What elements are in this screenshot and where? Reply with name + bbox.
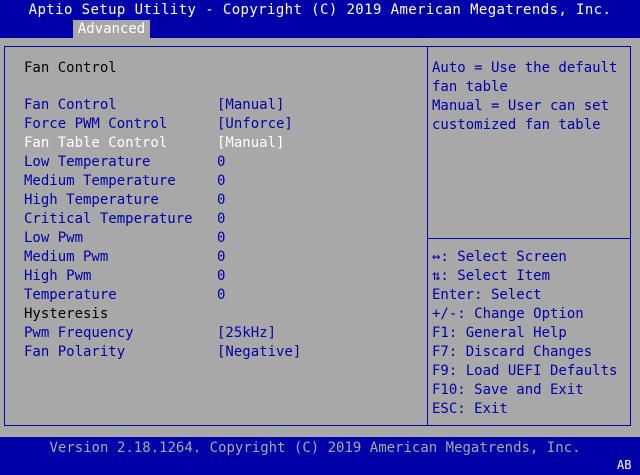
key-enter: Enter: Select: [432, 287, 542, 303]
setting-label: Fan Table Control: [24, 135, 168, 151]
setting-critical-temperature[interactable]: Critical Temperature 0: [24, 211, 424, 230]
setting-medium-temperature[interactable]: Medium Temperature 0: [24, 173, 424, 192]
setting-pwm-frequency[interactable]: Pwm Frequency [25kHz]: [24, 325, 424, 344]
setting-label: Medium Temperature: [24, 173, 176, 189]
key-select-item: ⇅: Select Item: [432, 268, 551, 284]
setting-value[interactable]: 0: [217, 287, 225, 303]
setting-fan-table-control[interactable]: Fan Table Control [Manual]: [24, 135, 424, 154]
setting-value[interactable]: 0: [217, 211, 225, 227]
setting-label: High Pwm: [24, 268, 92, 284]
key-load-defaults: F9: Load UEFI Defaults: [432, 363, 618, 379]
footer-badge: AB: [617, 458, 632, 472]
key-exit: ESC: Exit: [432, 401, 508, 417]
setting-value[interactable]: [Unforce]: [217, 116, 293, 132]
help-panel: Auto = Use the default fan table Manual …: [432, 59, 627, 135]
setting-label: Temperature: [24, 287, 117, 303]
setting-temperature[interactable]: Temperature 0: [24, 287, 424, 306]
help-line: customized fan table: [432, 117, 601, 133]
help-divider: [427, 238, 631, 239]
setting-label: Low Pwm: [24, 230, 84, 246]
setting-value[interactable]: [Manual]: [217, 135, 284, 151]
key-legend: ↔: Select Screen ⇅: Select Item Enter: S…: [432, 249, 617, 420]
setting-high-pwm[interactable]: High Pwm 0: [24, 268, 424, 287]
setting-value[interactable]: [Manual]: [217, 97, 284, 113]
setting-label: Critical Temperature: [24, 211, 193, 227]
help-line: Manual = User can set: [432, 98, 610, 114]
header-title: Aptio Setup Utility - Copyright (C) 2019…: [28, 2, 612, 18]
setting-value[interactable]: 0: [217, 268, 225, 284]
setting-high-temperature[interactable]: High Temperature 0: [24, 192, 424, 211]
setting-label: Low Temperature: [24, 154, 151, 170]
key-general-help: F1: General Help: [432, 325, 567, 341]
setting-label: Fan Polarity: [24, 344, 126, 360]
setting-value[interactable]: 0: [217, 154, 225, 170]
key-discard-changes: F7: Discard Changes: [432, 344, 593, 360]
help-line: fan table: [432, 79, 508, 95]
setting-force-pwm-control[interactable]: Force PWM Control [Unforce]: [24, 116, 424, 135]
setting-label: Medium Pwm: [24, 249, 109, 265]
footer-bar: Version 2.18.1264. Copyright (C) 2019 Am…: [0, 437, 640, 475]
setting-value[interactable]: 0: [217, 173, 225, 189]
setting-fan-control[interactable]: Fan Control [Manual]: [24, 97, 424, 116]
setting-hysteresis: Hysteresis: [24, 306, 424, 325]
panel-divider: [427, 46, 428, 426]
key-select-screen: ↔: Select Screen: [432, 249, 567, 265]
version-text: Version 2.18.1264. Copyright (C) 2019 Am…: [49, 440, 581, 456]
setting-value[interactable]: 0: [217, 192, 225, 208]
section-title: Fan Control: [24, 60, 117, 76]
setting-value[interactable]: 0: [217, 230, 225, 246]
setting-fan-polarity[interactable]: Fan Polarity [Negative]: [24, 344, 424, 363]
setting-low-pwm[interactable]: Low Pwm 0: [24, 230, 424, 249]
setting-value[interactable]: [25kHz]: [217, 325, 276, 341]
setting-label: Hysteresis: [24, 306, 109, 322]
setting-value[interactable]: [Negative]: [217, 344, 301, 360]
help-line: Auto = Use the default: [432, 60, 618, 76]
tab-advanced[interactable]: Advanced: [73, 20, 150, 38]
setting-low-temperature[interactable]: Low Temperature 0: [24, 154, 424, 173]
key-change-option: +/-: Change Option: [432, 306, 584, 322]
setting-label: Fan Control: [24, 97, 117, 113]
header-bar: Aptio Setup Utility - Copyright (C) 2019…: [0, 0, 640, 38]
setting-value[interactable]: 0: [217, 249, 225, 265]
key-save-exit: F10: Save and Exit: [432, 382, 584, 398]
setting-label: High Temperature: [24, 192, 159, 208]
setting-label: Force PWM Control: [24, 116, 168, 132]
settings-list: Fan Control [Manual] Force PWM Control […: [24, 97, 424, 363]
setting-medium-pwm[interactable]: Medium Pwm 0: [24, 249, 424, 268]
setting-label: Pwm Frequency: [24, 325, 134, 341]
